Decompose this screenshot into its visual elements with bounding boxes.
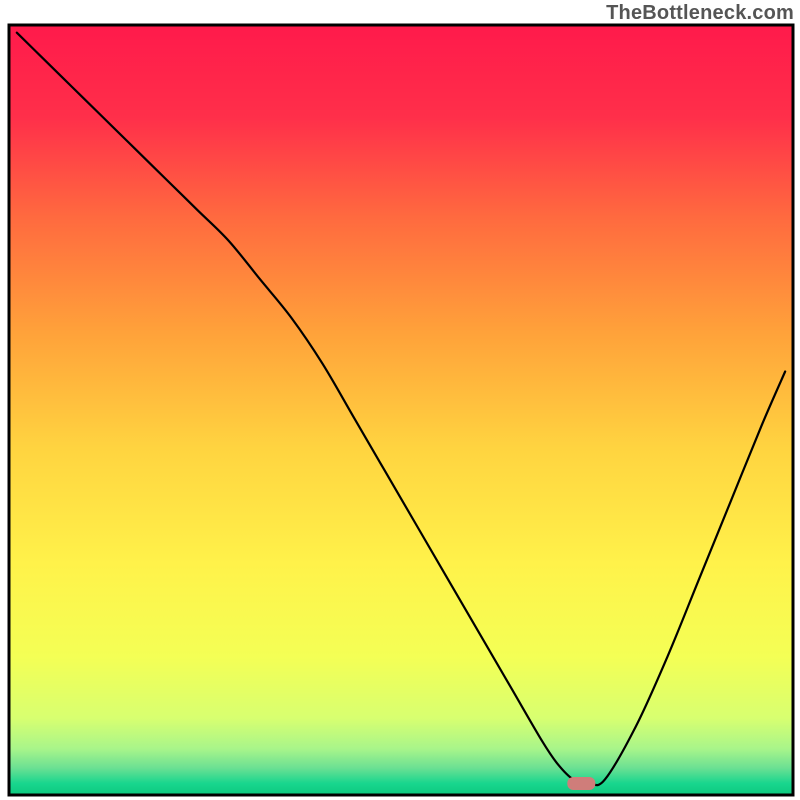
bottleneck-chart: TheBottleneck.com bbox=[0, 0, 800, 800]
watermark: TheBottleneck.com bbox=[606, 2, 794, 25]
chart-svg bbox=[0, 0, 800, 800]
optimal-marker bbox=[567, 777, 595, 790]
